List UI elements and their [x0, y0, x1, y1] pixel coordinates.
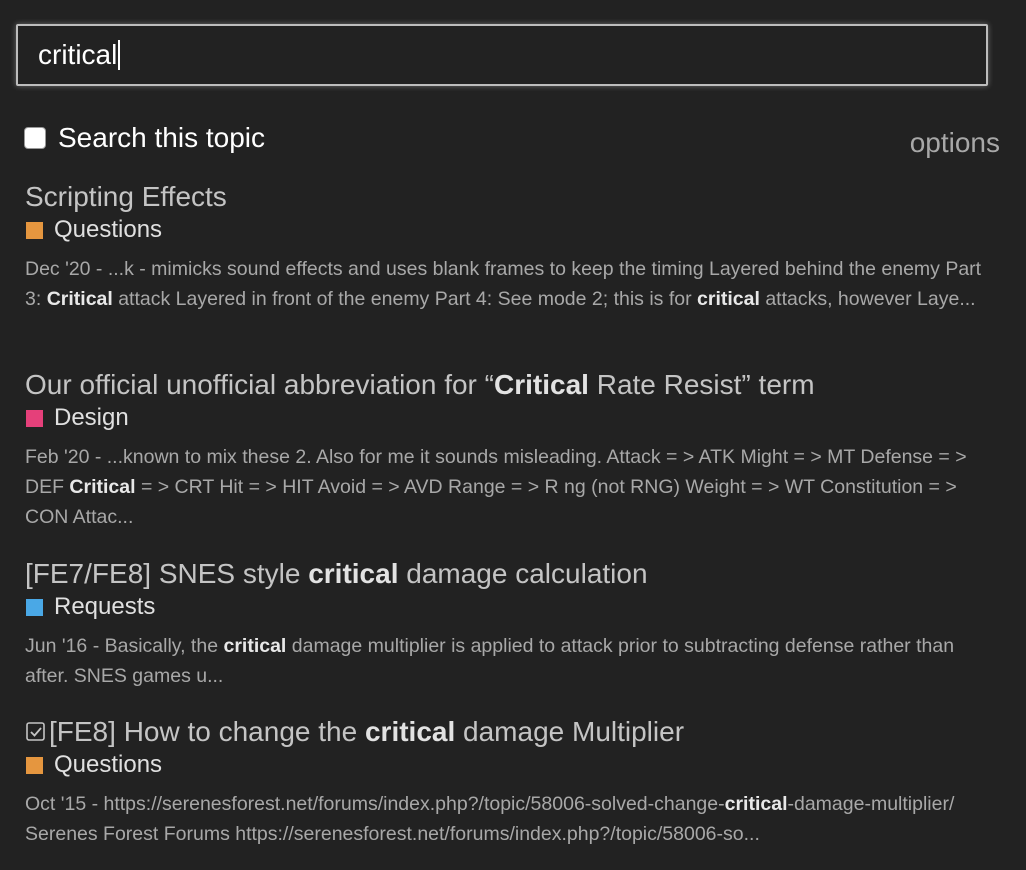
- text-segment: Jun '16 - Basically, the: [25, 635, 224, 657]
- search-this-topic-row[interactable]: Search this topic: [24, 122, 265, 154]
- search-result[interactable]: Our official unofficial abbreviation for…: [25, 368, 1000, 532]
- search-match-highlight: Critical: [69, 476, 136, 498]
- search-match-highlight: Critical: [494, 369, 589, 400]
- text-segment: Rate Resist” term: [588, 369, 815, 400]
- text-segment: Scripting Effects: [25, 181, 227, 212]
- result-title[interactable]: [FE8] How to change the critical damage …: [25, 715, 1000, 749]
- search-match-highlight: critical: [697, 288, 760, 310]
- result-snippet: Oct '15 - https://serenesforest.net/foru…: [25, 789, 1000, 849]
- search-match-highlight: critical: [724, 793, 788, 815]
- search-match-highlight: Critical: [46, 288, 113, 310]
- category-name[interactable]: Questions: [54, 216, 162, 244]
- result-snippet: Dec '20 - ...k - mimicks sound effects a…: [25, 254, 1000, 314]
- text-segment: damage Multiplier: [455, 716, 685, 747]
- result-snippet: Feb '20 - ...known to mix these 2. Also …: [25, 442, 1000, 532]
- result-category[interactable]: Design: [25, 404, 1000, 432]
- result-title[interactable]: [FE7/FE8] SNES style critical damage cal…: [25, 557, 1000, 591]
- text-caret: [118, 40, 121, 70]
- category-name[interactable]: Design: [54, 404, 129, 432]
- result-category[interactable]: Requests: [25, 593, 1000, 621]
- search-match-highlight: critical: [364, 716, 456, 747]
- category-color-swatch: [26, 598, 43, 616]
- search-result[interactable]: [FE7/FE8] SNES style critical damage cal…: [25, 557, 1000, 691]
- text-segment: [FE7/FE8] SNES style: [25, 558, 309, 589]
- search-this-topic-checkbox[interactable]: [24, 127, 46, 149]
- category-color-swatch: [26, 221, 43, 239]
- result-snippet: Jun '16 - Basically, the critical damage…: [25, 631, 1000, 691]
- result-title[interactable]: Scripting Effects: [25, 180, 1000, 214]
- category-color-swatch: [26, 409, 43, 427]
- text-segment: Oct '15 - https://serenesforest.net/foru…: [25, 793, 725, 815]
- search-this-topic-label[interactable]: Search this topic: [58, 122, 265, 154]
- text-segment: damage calculation: [398, 558, 648, 589]
- search-match-highlight: critical: [308, 558, 399, 589]
- result-category[interactable]: Questions: [25, 751, 1000, 779]
- solved-checkbox-icon: [26, 722, 45, 741]
- search-input[interactable]: critical: [38, 39, 117, 71]
- search-result[interactable]: Scripting Effects Questions Dec '20 - ..…: [25, 180, 1000, 314]
- category-name[interactable]: Requests: [54, 593, 155, 621]
- result-category[interactable]: Questions: [25, 216, 1000, 244]
- text-segment: attack Layered in front of the enemy Par…: [112, 288, 698, 310]
- text-segment: Our official unofficial abbreviation for…: [25, 369, 494, 400]
- options-link[interactable]: options: [910, 127, 1000, 159]
- category-name[interactable]: Questions: [54, 751, 162, 779]
- search-match-highlight: critical: [223, 635, 287, 657]
- search-result[interactable]: [FE8] How to change the critical damage …: [25, 715, 1000, 849]
- category-color-swatch: [26, 756, 43, 774]
- text-segment: = > CRT Hit = > HIT Avoid = > AVD Range …: [25, 476, 957, 528]
- text-segment: [FE8] How to change the: [49, 716, 365, 747]
- result-title[interactable]: Our official unofficial abbreviation for…: [25, 368, 1000, 402]
- search-box[interactable]: critical: [16, 24, 988, 86]
- text-segment: attacks, however Laye...: [759, 288, 976, 310]
